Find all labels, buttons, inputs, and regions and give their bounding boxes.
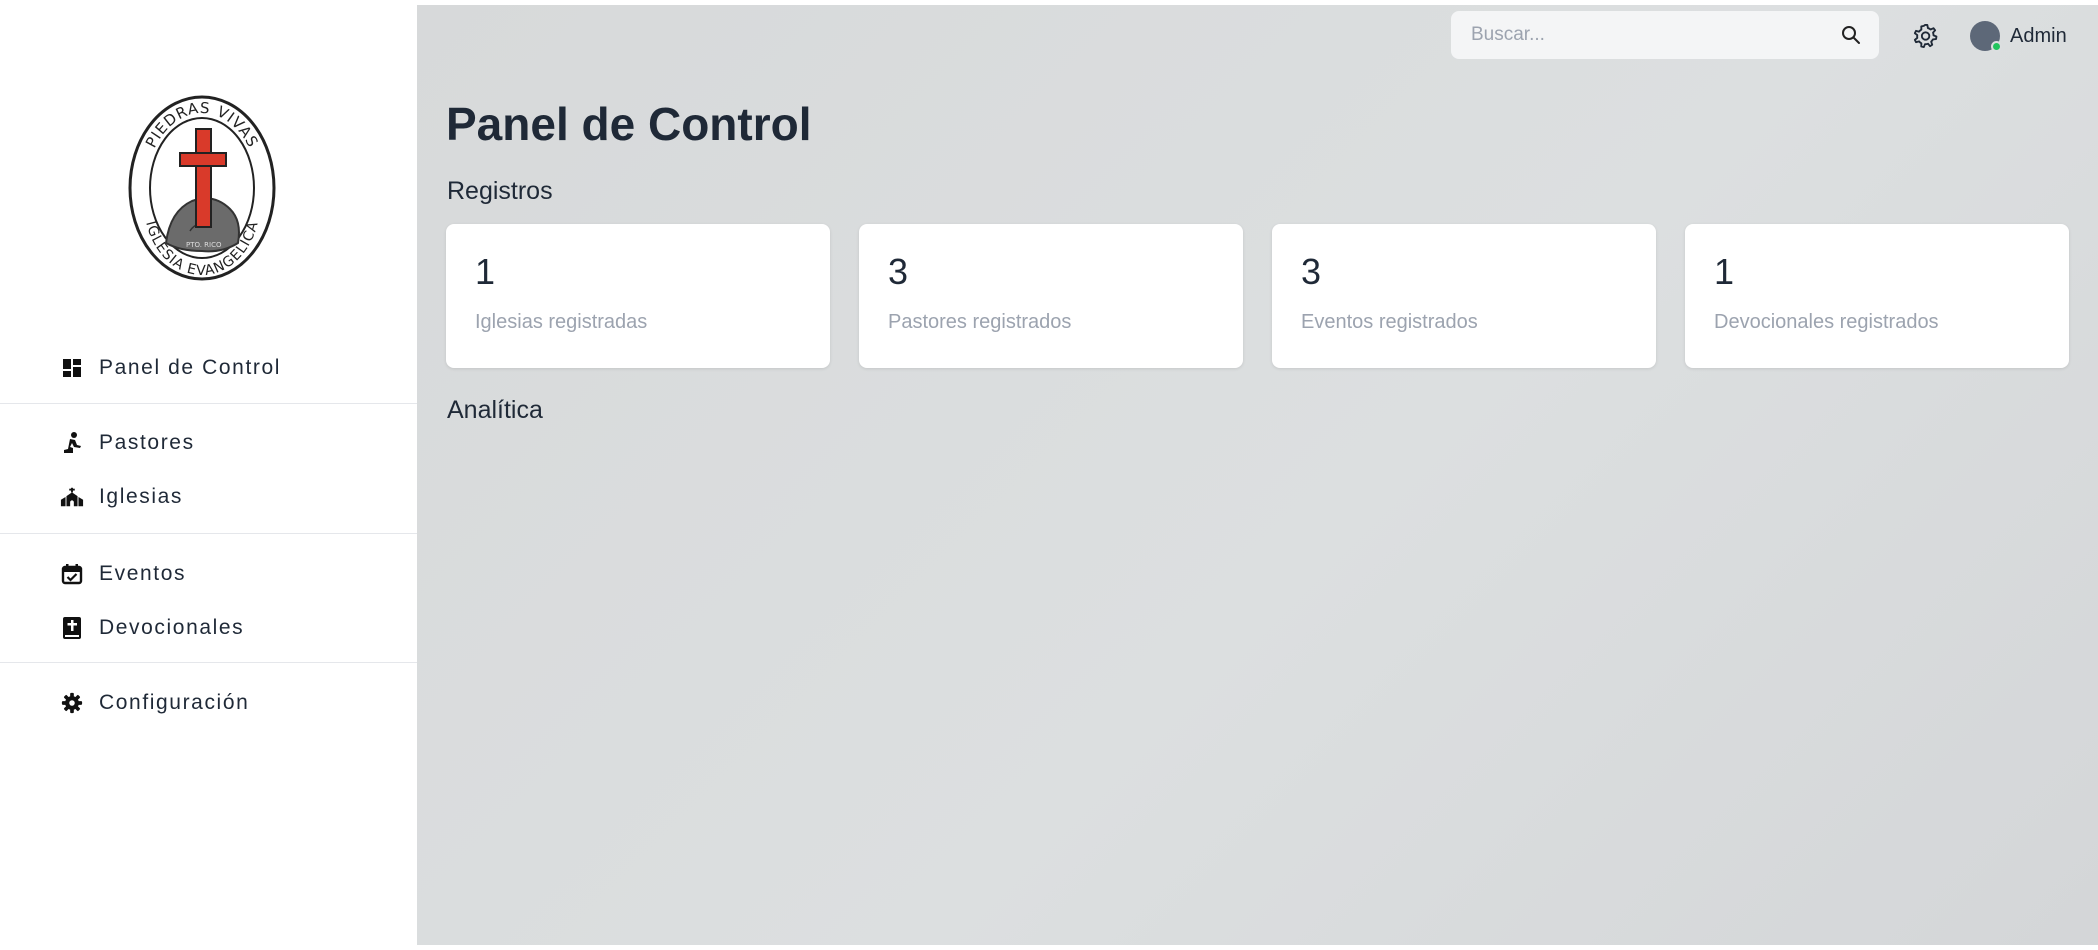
sidebar-item-configuracion[interactable]: Configuración: [0, 683, 417, 723]
sidebar-item-label: Panel de Control: [99, 356, 282, 379]
stat-value: 1: [1714, 251, 1735, 292]
section-title-registros: Registros: [447, 177, 553, 205]
dashboard-icon: [60, 356, 84, 380]
sidebar-item-devocionales[interactable]: Devocionales: [0, 608, 417, 648]
sidebar-item-label: Iglesias: [99, 485, 184, 508]
sidebar-divider: [0, 403, 417, 404]
svg-text:PTO. RICO: PTO. RICO: [186, 241, 222, 249]
stat-value: 3: [1301, 251, 1322, 292]
church-logo: PIEDRAS VIVAS IGLESIA EVANGELICA PTO. RI…: [126, 93, 278, 283]
search-box: [1451, 11, 1879, 59]
stat-card-iglesias: 1 Iglesias registradas: [446, 224, 830, 368]
stat-label: Eventos registrados: [1301, 311, 1478, 333]
sidebar-item-label: Configuración: [99, 691, 250, 714]
search-input[interactable]: [1451, 11, 1831, 59]
stat-card-eventos: 3 Eventos registrados: [1272, 224, 1656, 368]
praying-person-icon: [60, 431, 84, 455]
user-name[interactable]: Admin: [2010, 25, 2067, 48]
section-title-analitica: Analítica: [447, 396, 543, 424]
church-logo-image: PIEDRAS VIVAS IGLESIA EVANGELICA PTO. RI…: [128, 95, 276, 281]
page-title: Panel de Control: [446, 98, 812, 150]
gear-icon: [60, 691, 84, 715]
sidebar: PIEDRAS VIVAS IGLESIA EVANGELICA PTO. RI…: [0, 0, 417, 950]
stat-value: 1: [475, 251, 496, 292]
sidebar-item-iglesias[interactable]: Iglesias: [0, 477, 417, 517]
sidebar-item-label: Eventos: [99, 562, 187, 585]
stat-label: Iglesias registradas: [475, 311, 648, 333]
sidebar-item-label: Pastores: [99, 431, 195, 454]
sidebar-item-panel-de-control[interactable]: Panel de Control: [0, 348, 417, 388]
church-icon: [60, 485, 84, 509]
settings-gear-icon[interactable]: [1911, 22, 1939, 50]
stat-label: Pastores registrados: [888, 311, 1072, 333]
calendar-check-icon: [60, 562, 84, 586]
stat-value: 3: [888, 251, 909, 292]
sidebar-item-eventos[interactable]: Eventos: [0, 554, 417, 594]
stat-card-pastores: 3 Pastores registrados: [859, 224, 1243, 368]
sidebar-divider: [0, 662, 417, 663]
sidebar-item-pastores[interactable]: Pastores: [0, 423, 417, 463]
user-menu[interactable]: Admin: [1970, 19, 2067, 53]
bible-icon: [60, 616, 84, 640]
stat-card-devocionales: 1 Devocionales registrados: [1685, 224, 2069, 368]
online-status-indicator: [1991, 41, 2002, 52]
sidebar-item-label: Devocionales: [99, 616, 245, 639]
sidebar-divider: [0, 533, 417, 534]
avatar[interactable]: [1970, 21, 2002, 52]
search-icon[interactable]: [1839, 23, 1863, 47]
main-content: Admin Panel de Control Registros 1 Igles…: [417, 5, 2098, 945]
stat-label: Devocionales registrados: [1714, 311, 1939, 333]
